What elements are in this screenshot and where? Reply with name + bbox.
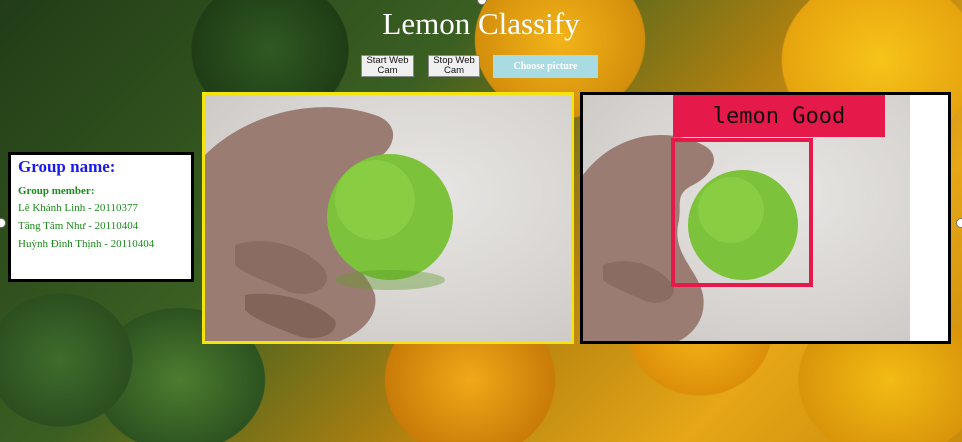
page-title: Lemon Classify [382,6,580,41]
group-member-item: Lê Khánh Linh - 20110377 [18,202,138,214]
resize-handle[interactable] [956,218,962,228]
input-lemon-photo [205,95,571,341]
group-name-heading: Group name: [18,157,116,176]
result-image-panel: lemon Good [580,92,951,344]
group-member-item: Huỳnh Đình Thịnh - 20110404 [18,238,155,250]
group-info-panel: Group name: Group member: Lê Khánh Linh … [8,152,194,282]
detection-label: lemon Good [673,95,885,137]
resize-handle[interactable] [0,218,6,228]
group-member-label: Group member: [18,185,95,197]
input-image-panel [202,92,574,344]
start-webcam-button[interactable]: Start Web Cam [361,55,414,77]
group-member-item: Tăng Tâm Như - 20110404 [18,220,139,232]
hand-lemon-illustration [205,107,453,341]
resize-handle[interactable] [477,0,487,5]
stop-webcam-button[interactable]: Stop Web Cam [428,55,480,77]
choose-picture-button[interactable]: Choose picture [493,55,598,78]
